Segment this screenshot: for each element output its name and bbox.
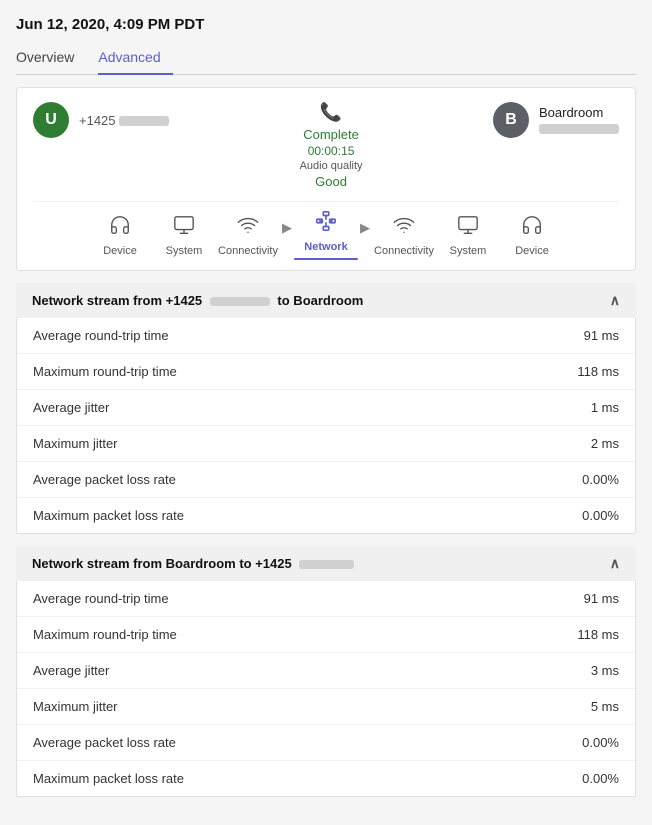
avatar-boardroom: B: [493, 102, 529, 138]
headset-right-icon: [521, 214, 543, 242]
call-participants: U +1425 📞 Complete 00:00:15 Audio qualit…: [33, 102, 619, 189]
net-label-device-right: Device: [515, 245, 549, 257]
net-icon-device-right[interactable]: Device: [500, 214, 564, 257]
user-number: +1425: [79, 113, 169, 128]
monitor-left-icon: [173, 214, 195, 242]
table-row: Average round-trip time 91 ms: [17, 318, 635, 354]
stream2-number-redacted: [299, 560, 354, 569]
stream2-metrics-table: Average round-trip time 91 ms Maximum ro…: [16, 581, 636, 797]
network-icons-row: Device System Connectivity ▶ Network: [33, 201, 619, 260]
headset-left-icon: [109, 214, 131, 242]
table-row: Average jitter 1 ms: [17, 390, 635, 426]
net-icon-network[interactable]: Network: [294, 210, 358, 260]
arrow-left-icon: ▶: [280, 220, 294, 236]
net-label-device-left: Device: [103, 245, 137, 257]
stream2-collapse-button[interactable]: ∧: [610, 555, 620, 572]
table-row: Average packet loss rate 0.00%: [17, 725, 635, 761]
table-row: Average packet loss rate 0.00%: [17, 462, 635, 498]
participant-left: U +1425: [33, 102, 169, 138]
tab-advanced[interactable]: Advanced: [98, 43, 172, 75]
stream1-section: Network stream from +1425 to Boardroom ∧…: [16, 283, 636, 534]
stream1-metrics-table: Average round-trip time 91 ms Maximum ro…: [16, 318, 636, 534]
net-icon-connectivity-left[interactable]: Connectivity: [216, 214, 280, 257]
audio-quality-value: Good: [315, 174, 347, 189]
network-icon: [315, 210, 337, 238]
net-icon-system-left[interactable]: System: [152, 214, 216, 257]
table-row: Average jitter 3 ms: [17, 653, 635, 689]
table-row: Maximum round-trip time 118 ms: [17, 617, 635, 653]
audio-quality-label: Audio quality: [300, 160, 363, 172]
stream2-header: Network stream from Boardroom to +1425 ∧: [16, 546, 636, 581]
active-indicator: [294, 258, 358, 260]
stream2-section: Network stream from Boardroom to +1425 ∧…: [16, 546, 636, 797]
net-label-system-right: System: [450, 245, 487, 257]
net-icon-connectivity-right[interactable]: Connectivity: [372, 214, 436, 257]
stream1-header: Network stream from +1425 to Boardroom ∧: [16, 283, 636, 318]
net-label-system-left: System: [166, 245, 203, 257]
wifi-left-icon: [237, 214, 259, 242]
phone-icon: 📞: [320, 102, 342, 123]
net-label-network: Network: [304, 241, 347, 253]
participant-right: B Boardroom: [493, 102, 619, 138]
monitor-right-icon: [457, 214, 479, 242]
page-title: Jun 12, 2020, 4:09 PM PDT: [16, 16, 636, 33]
table-row: Maximum packet loss rate 0.00%: [17, 498, 635, 533]
net-icon-device-left[interactable]: Device: [88, 214, 152, 257]
stream2-title: Network stream from Boardroom to +1425: [32, 556, 354, 571]
table-row: Maximum jitter 5 ms: [17, 689, 635, 725]
call-card: U +1425 📞 Complete 00:00:15 Audio qualit…: [16, 87, 636, 271]
net-label-connectivity-left: Connectivity: [218, 245, 278, 257]
user-info: +1425: [79, 113, 169, 128]
call-center-info: 📞 Complete 00:00:15 Audio quality Good: [300, 102, 363, 189]
boardroom-id-redacted: [539, 124, 619, 134]
net-label-connectivity-right: Connectivity: [374, 245, 434, 257]
tabs-bar: Overview Advanced: [16, 43, 636, 75]
boardroom-name: Boardroom: [539, 105, 619, 120]
wifi-right-icon: [393, 214, 415, 242]
stream1-title: Network stream from +1425 to Boardroom: [32, 293, 363, 308]
call-status: Complete: [303, 127, 359, 142]
table-row: Average round-trip time 91 ms: [17, 581, 635, 617]
table-row: Maximum round-trip time 118 ms: [17, 354, 635, 390]
avatar-user: U: [33, 102, 69, 138]
tab-overview[interactable]: Overview: [16, 43, 86, 75]
arrow-right-icon: ▶: [358, 220, 372, 236]
stream1-collapse-button[interactable]: ∧: [610, 292, 620, 309]
table-row: Maximum jitter 2 ms: [17, 426, 635, 462]
table-row: Maximum packet loss rate 0.00%: [17, 761, 635, 796]
page-container: Jun 12, 2020, 4:09 PM PDT Overview Advan…: [0, 0, 652, 825]
user-number-redacted: [119, 116, 169, 126]
boardroom-info: Boardroom: [539, 105, 619, 135]
stream1-number-redacted: [210, 297, 270, 306]
call-duration: 00:00:15: [308, 144, 355, 158]
net-icon-system-right[interactable]: System: [436, 214, 500, 257]
